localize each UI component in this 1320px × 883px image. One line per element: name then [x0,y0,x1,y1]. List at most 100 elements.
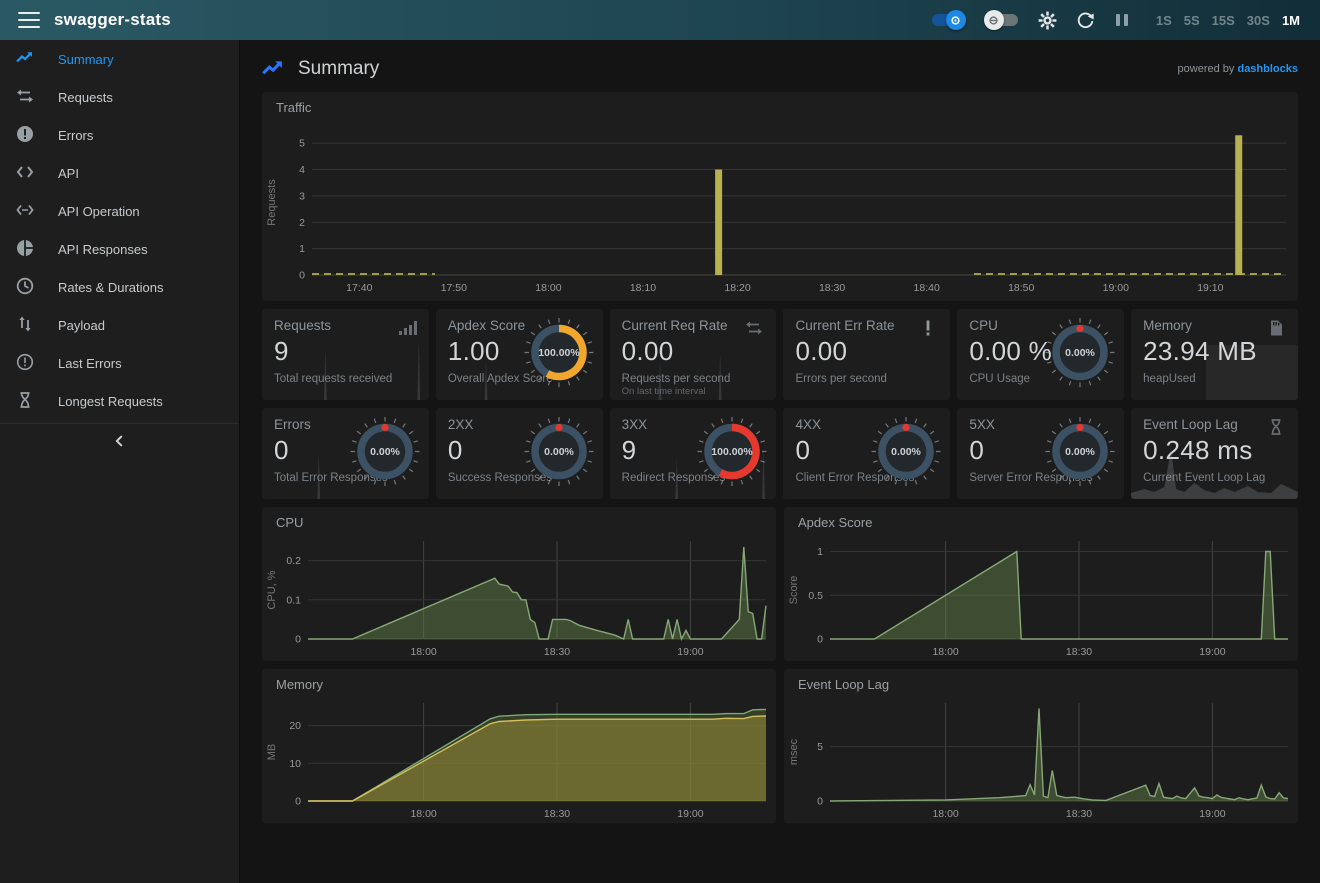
sidebar-item-longest-requests[interactable]: Longest Requests [0,382,239,420]
arrows-up-down-icon [16,315,36,335]
stat-cards-row-2: Errors0Total Error Responses0.00%2XX0Suc… [262,408,1298,499]
sidebar-item-errors[interactable]: Errors [0,116,239,154]
svg-text:18:30: 18:30 [1066,808,1092,820]
svg-text:4: 4 [299,164,305,176]
interval-option-15s[interactable]: 15S [1212,13,1235,28]
primary-toggle[interactable] [930,10,966,30]
refresh-icon[interactable] [1076,10,1096,30]
powered-by: powered by dashblocks [1178,63,1298,75]
sidebar-collapse-button[interactable] [0,423,239,457]
interval-option-30s[interactable]: 30S [1247,13,1270,28]
sidebar-item-label: Requests [58,90,113,105]
dashblocks-link[interactable]: dashblocks [1237,63,1298,75]
svg-text:18:10: 18:10 [630,282,656,294]
signal-bars-icon [398,319,418,339]
sidebar-item-last-errors[interactable]: Last Errors [0,344,239,382]
card-subtitle: heapUsed [1143,373,1286,385]
stat-card-memory: Memory23.94 MBheapUsed [1131,309,1298,400]
main-content: Summary powered by dashblocks Traffic012… [240,40,1320,883]
summary-trending-icon [262,58,284,80]
svg-text:2: 2 [299,217,305,229]
card-title: Current Err Rate [795,318,938,333]
navbar-controls: 1S 5S 15S 30S 1M [930,10,1306,30]
svg-text:18:00: 18:00 [932,808,958,820]
card-value: 0.00 [622,336,765,367]
svg-text:CPU, %: CPU, % [266,570,278,609]
sidebar-item-payload[interactable]: Payload [0,306,239,344]
toggle-knob-icon [946,10,966,30]
stat-card-errors: Errors0Total Error Responses0.00% [262,408,429,499]
sidebar-item-api-operation[interactable]: API Operation [0,192,239,230]
svg-text:0.00%: 0.00% [1065,347,1095,359]
svg-text:msec: msec [788,738,800,765]
card-subtitle: Total requests received [274,373,417,385]
hourglass-icon [1267,418,1287,438]
menu-icon[interactable] [18,12,40,28]
interval-option-5s[interactable]: 5S [1184,13,1200,28]
svg-text:19:00: 19:00 [1103,282,1129,294]
svg-text:17:50: 17:50 [441,282,467,294]
apdex-panel: Apdex Score00.5118:0018:3019:00Score [784,507,1298,661]
card-title: Requests [274,318,417,333]
refresh-interval-selector: 1S 5S 15S 30S 1M [1156,13,1300,28]
stat-card-requests: Requests 9 Total requests received [262,309,429,400]
stat-card-current-err-rate: Current Err Rate0.00Errors per second [783,309,950,400]
chart-grid: CPU00.10.218:0018:3019:00CPU, % Apdex Sc… [262,507,1298,823]
cpu-panel: CPU00.10.218:0018:3019:00CPU, % [262,507,776,661]
stat-card-cpu: CPU0.00 %CPU Usage0.00% [957,309,1124,400]
sidebar-item-api[interactable]: API [0,154,239,192]
gauge-widget: 0.00% [1044,415,1116,492]
svg-text:10: 10 [289,758,301,770]
svg-text:19:00: 19:00 [1199,646,1225,658]
svg-text:18:20: 18:20 [724,282,750,294]
card-subtitle: Current Event Loop Lag [1143,472,1286,484]
gauge-widget: 0.00% [870,415,942,492]
stat-card-3xx: 3XX9Redirect Responses100.00% [610,408,777,499]
pause-icon[interactable] [1114,10,1134,30]
app-title: swagger-stats [54,10,171,30]
gauge-widget: 100.00% [696,415,768,492]
powered-by-label: powered by [1178,63,1235,75]
interval-option-1s[interactable]: 1S [1156,13,1172,28]
alert-circle-outline-icon [16,353,36,373]
svg-text:5: 5 [299,138,305,150]
svg-text:100.00%: 100.00% [712,446,754,458]
code-brackets-icon [16,163,36,183]
svg-text:19:00: 19:00 [677,646,703,658]
card-title: Current Req Rate [622,318,765,333]
svg-text:0.00%: 0.00% [544,446,574,458]
page-title: Summary [298,58,379,80]
memory-chart: 0102018:0018:3019:00MB [262,695,776,823]
svg-text:0: 0 [817,634,823,646]
sidebar-item-requests[interactable]: Requests [0,78,239,116]
sidebar-item-api-responses[interactable]: API Responses [0,230,239,268]
svg-text:18:30: 18:30 [819,282,845,294]
secondary-toggle[interactable] [984,10,1020,30]
svg-text:0.1: 0.1 [286,594,301,606]
svg-text:0.00%: 0.00% [891,446,921,458]
top-navbar: swagger-stats 1S 5S 15S 30S 1M [0,0,1320,40]
swap-horizontal-icon [745,319,765,339]
sidebar-item-rates-durations[interactable]: Rates & Durations [0,268,239,306]
event-loop-lag-title: Event Loop Lag [784,669,1298,695]
traffic-chart: 01234517:4017:5018:0018:1018:2018:3018:4… [262,118,1298,301]
interval-option-1m[interactable]: 1M [1282,13,1300,28]
event-loop-lag-panel: Event Loop Lag0518:0018:3019:00msec [784,669,1298,823]
card-title: Memory [1143,318,1286,333]
svg-text:18:00: 18:00 [535,282,561,294]
svg-text:18:30: 18:30 [544,808,570,820]
stat-card-apdex-score: Apdex Score1.00Overall Apdex Score100.00… [436,309,603,400]
sidebar-item-summary[interactable]: Summary [0,40,239,78]
settings-gear-icon[interactable] [1038,10,1058,30]
card-subtitle: Errors per second [795,373,938,385]
gauge-widget: 0.00% [523,415,595,492]
stat-card-event-loop-lag: Event Loop Lag0.248 msCurrent Event Loop… [1131,408,1298,499]
card-value: 9 [274,336,417,367]
svg-text:0: 0 [295,634,301,646]
svg-text:19:00: 19:00 [677,808,703,820]
svg-text:18:00: 18:00 [410,646,436,658]
apdex-score-title: Apdex Score [784,507,1298,533]
exclamation-icon [919,319,939,339]
svg-text:1: 1 [299,243,305,255]
svg-text:100.00%: 100.00% [538,347,580,359]
